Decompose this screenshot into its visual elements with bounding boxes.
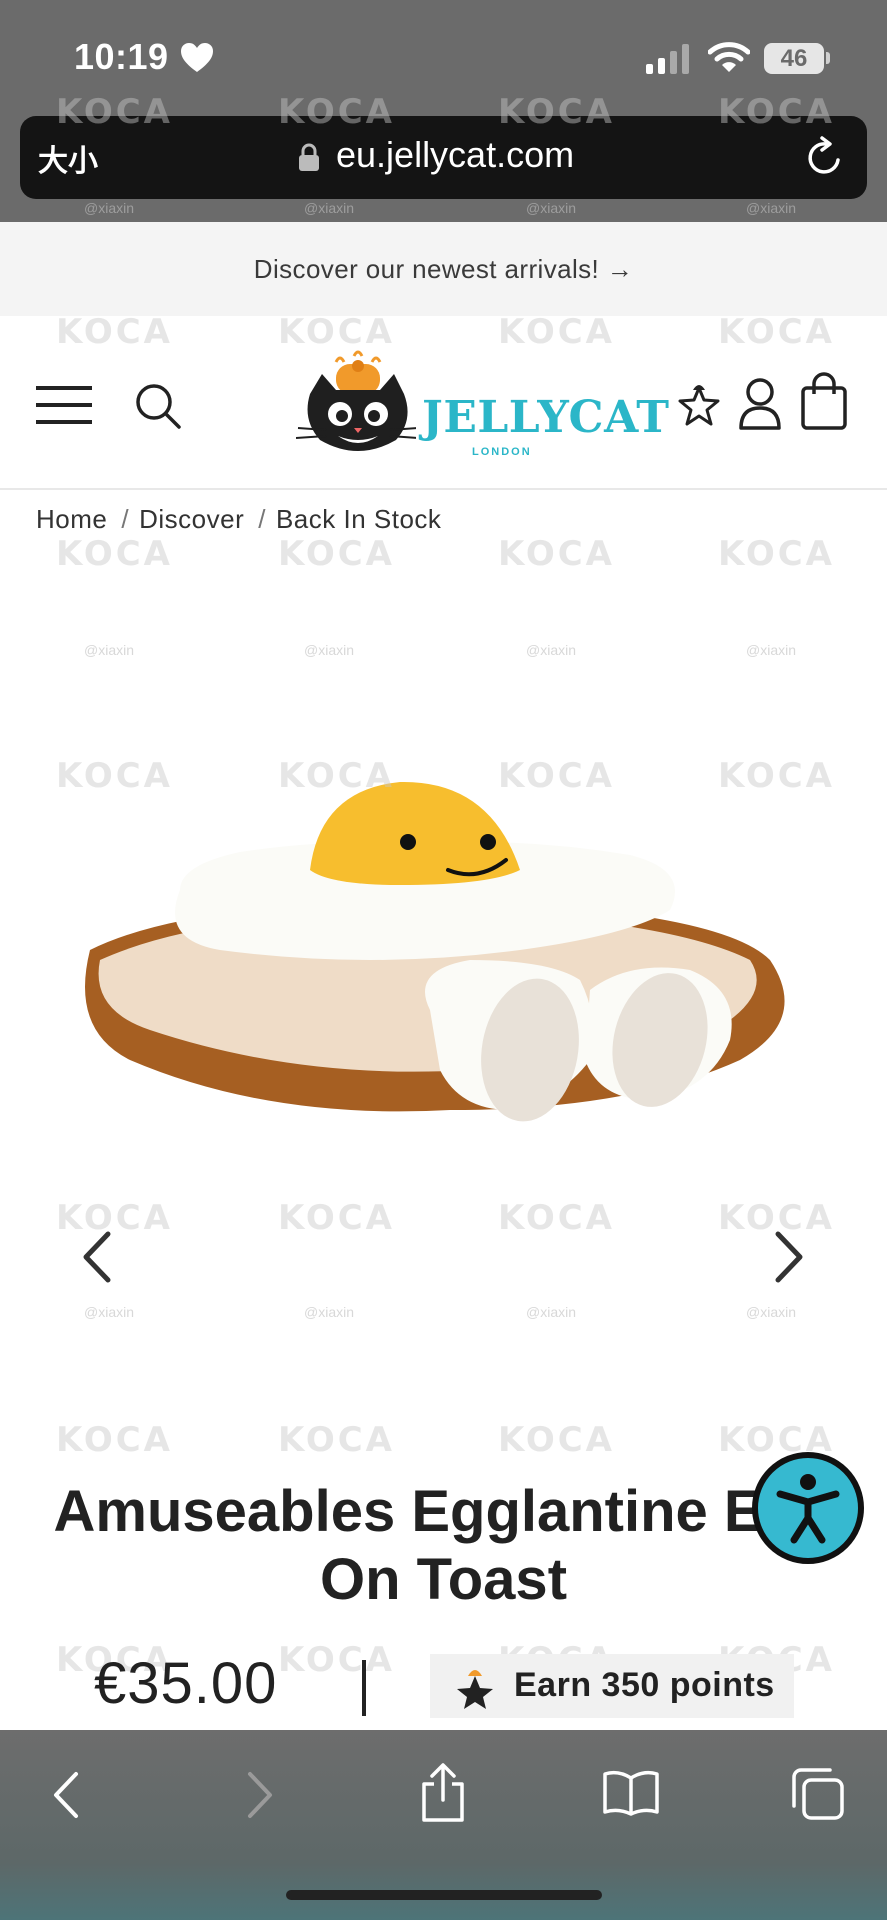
watermark: KOCA [718,1198,835,1238]
watermark: KOCA [718,534,835,574]
watermark: KOCA [56,1198,173,1238]
watermark: KOCA [278,312,395,352]
watermark: KOCA [498,534,615,574]
accessibility-icon [776,1474,840,1544]
watermark-handle: @xiaxin [526,642,577,658]
home-indicator [286,1890,602,1900]
tabs-icon[interactable] [792,1768,844,1820]
points-text: Earn 350 points [514,1666,775,1704]
search-icon[interactable] [134,382,182,430]
watermark-handle: @xiaxin [84,1304,135,1320]
watermark-handle: @xiaxin [526,1304,577,1320]
watermark: KOCA [278,756,395,796]
breadcrumb-discover[interactable]: Discover [139,504,244,535]
watermark: KOCA [56,1420,173,1460]
product-price: €35.00 [94,1651,278,1716]
back-icon[interactable] [52,1770,82,1820]
product-title: Amuseables Egglantine Egg On Toast [30,1478,857,1614]
battery-indicator: 46 [764,43,824,74]
announcement-text[interactable]: Discover our newest arrivals! → [254,254,633,284]
prev-arrow-icon[interactable] [78,1230,114,1284]
watermark-handle: @xiaxin [304,200,355,216]
watermark-handle: @xiaxin [746,200,797,216]
watermark-handle: @xiaxin [746,642,797,658]
menu-icon[interactable] [36,384,92,426]
accessibility-button[interactable] [752,1452,864,1564]
breadcrumb-separator: / [258,504,266,534]
price-divider [362,1660,366,1716]
reload-icon[interactable] [804,136,844,178]
battery-nub [826,52,830,64]
watermark: KOCA [718,312,835,352]
watermark: KOCA [278,534,395,574]
watermark: KOCA [56,756,173,796]
loyalty-points-badge[interactable]: Earn 350 points [430,1654,794,1718]
watermark: KOCA [498,92,615,132]
product-title-line1: Amuseables Egglantine Egg [53,1479,834,1544]
breadcrumb-separator: / [121,504,130,534]
product-image [85,781,785,1122]
share-icon[interactable] [418,1762,468,1824]
watermark-handle: @xiaxin [84,200,135,216]
status-time: 10:19 [74,36,169,77]
watermark-handle: @xiaxin [84,642,135,658]
watermark: KOCA [56,312,173,352]
watermark: KOCA [278,1198,395,1238]
signal-icon [646,44,689,74]
watermark: KOCA [278,1640,395,1680]
next-arrow-icon[interactable] [772,1230,808,1284]
watermark: KOCA [718,756,835,796]
lock-icon [299,143,319,171]
watermark: KOCA [278,1420,395,1460]
watermark: KOCA [498,1198,615,1238]
watermark: KOCA [718,92,835,132]
cat-logo-icon [296,350,416,451]
points-star-icon [457,1670,493,1709]
watermark: KOCA [278,92,395,132]
breadcrumb-home[interactable]: Home [36,504,107,535]
watermark-handle: @xiaxin [304,642,355,658]
bag-icon[interactable] [800,372,848,430]
watermark: KOCA [498,756,615,796]
browser-toolbar [0,1730,887,1920]
product-title-line2: On Toast [319,1547,568,1612]
watermark: KOCA [56,92,173,132]
logo-wordmark: JELLYCAT [422,392,670,443]
watermark: KOCA [498,1420,615,1460]
announcement-banner[interactable]: Discover our newest arrivals! → [0,222,887,316]
product-gallery[interactable] [0,560,887,1380]
watermark-handle: @xiaxin [526,200,577,216]
watermark-handle: @xiaxin [746,1304,797,1320]
bookmarks-icon[interactable] [602,1770,660,1816]
breadcrumb: Home / Discover / Back In Stock [36,504,441,535]
url-text[interactable]: eu.jellycat.com [336,134,574,176]
watermark: KOCA [498,312,615,352]
text-size-button[interactable]: 大小 [38,136,98,180]
jellycat-logo[interactable]: JELLYCAT LONDON [296,350,669,462]
heart-icon [181,43,213,72]
account-icon[interactable] [738,376,782,430]
breadcrumb-back-in-stock[interactable]: Back In Stock [276,504,441,535]
watermark: KOCA [56,534,173,574]
logo-subline: LONDON [472,446,532,458]
wifi-icon [708,42,750,72]
watermark-handle: @xiaxin [304,1304,355,1320]
forward-icon[interactable] [244,1770,274,1820]
wishlist-star-icon[interactable] [674,378,724,430]
